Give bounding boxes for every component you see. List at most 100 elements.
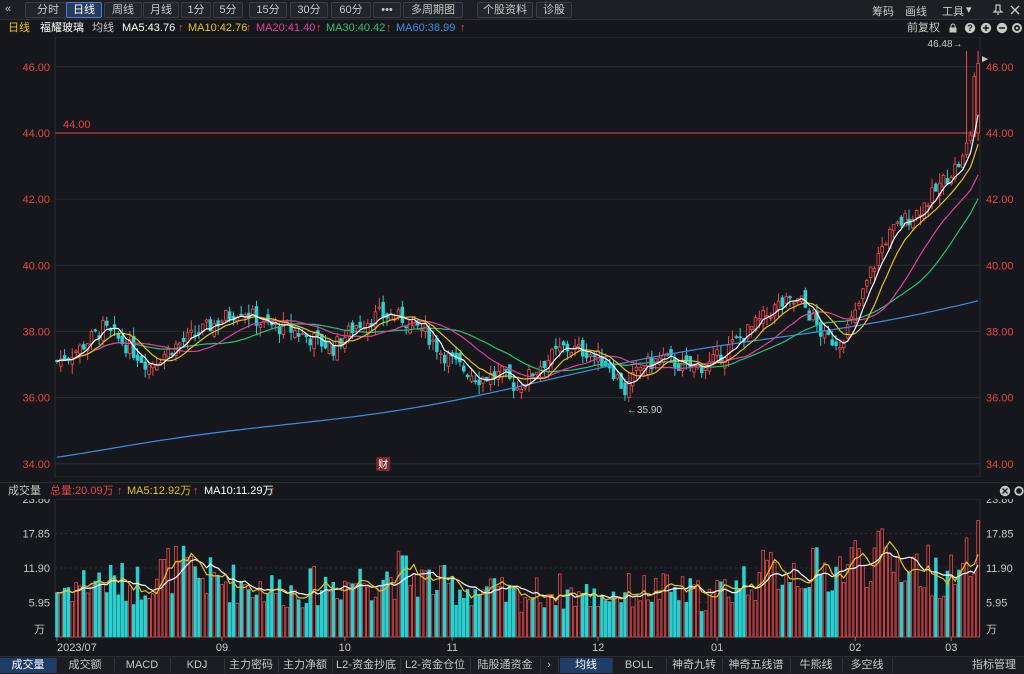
tab-right-4[interactable]: 牛熊线 — [790, 658, 843, 673]
volume-bar[interactable] — [350, 583, 355, 638]
candle-body[interactable] — [957, 163, 961, 168]
volume-bar[interactable] — [481, 589, 485, 638]
volume-bar[interactable] — [795, 586, 800, 638]
candle-body[interactable] — [857, 302, 861, 306]
volume-bar[interactable] — [926, 544, 930, 638]
volume-bar[interactable] — [930, 595, 934, 638]
candle-body[interactable] — [519, 389, 524, 393]
volume-bar[interactable] — [105, 592, 109, 638]
candle-body[interactable] — [442, 354, 447, 364]
volume-bar[interactable] — [711, 591, 715, 638]
candle-body[interactable] — [258, 324, 263, 328]
volume-bar[interactable] — [807, 587, 811, 638]
candle-body[interactable] — [82, 344, 86, 350]
volume-bar[interactable] — [66, 587, 71, 638]
candle-body[interactable] — [239, 313, 243, 316]
volume-bar[interactable] — [300, 607, 305, 638]
collapse-icon[interactable]: « — [5, 3, 11, 15]
volume-bar[interactable] — [857, 548, 861, 638]
chips-button[interactable]: 筹码 — [872, 3, 894, 19]
tab-right-2[interactable]: 神奇九转 — [666, 658, 723, 673]
candle-body[interactable] — [554, 345, 558, 349]
volume-bar[interactable] — [976, 520, 980, 638]
volume-bar[interactable] — [408, 585, 412, 638]
volume-bar[interactable] — [415, 596, 420, 638]
volume-bar[interactable] — [419, 569, 424, 638]
volume-bar[interactable] — [515, 588, 520, 638]
tab-left-6[interactable]: L2-资金抄底 — [332, 658, 401, 673]
volume-bar[interactable] — [749, 589, 754, 638]
volume-bar[interactable] — [742, 566, 746, 638]
candle-body[interactable] — [780, 297, 785, 307]
lock-icon[interactable] — [948, 23, 958, 33]
volume-bar[interactable] — [534, 577, 539, 638]
candle-body[interactable] — [922, 202, 927, 220]
candle-body[interactable] — [868, 266, 873, 279]
volume-bar[interactable] — [377, 585, 382, 638]
tab-left-4[interactable]: 主力密码 — [224, 658, 279, 673]
period-button-9[interactable]: ••• — [373, 2, 401, 18]
candle-body[interactable] — [784, 296, 788, 304]
volume-bar[interactable] — [757, 572, 762, 638]
volume-bar[interactable] — [573, 605, 577, 638]
candle-body[interactable] — [89, 331, 94, 345]
candle-body[interactable] — [592, 355, 597, 358]
candle-body[interactable] — [78, 344, 82, 355]
volume-bar[interactable] — [607, 601, 612, 638]
volume-bar[interactable] — [715, 580, 719, 638]
volume-bar[interactable] — [504, 601, 508, 638]
volume-bar[interactable] — [692, 584, 696, 638]
volume-bar[interactable] — [581, 593, 585, 638]
candle-body[interactable] — [492, 371, 497, 379]
volume-bar[interactable] — [907, 571, 911, 638]
candle-body[interactable] — [811, 313, 815, 321]
tab-left-7[interactable]: L2-资金仓位 — [400, 658, 471, 673]
volume-bar[interactable] — [696, 580, 700, 638]
candle-body[interactable] — [703, 367, 708, 371]
volume-bar[interactable] — [845, 564, 850, 638]
volume-bar[interactable] — [212, 571, 217, 638]
candle-body[interactable] — [277, 326, 282, 335]
volume-bar[interactable] — [131, 604, 136, 638]
candle-body[interactable] — [880, 245, 884, 254]
candle-body[interactable] — [960, 155, 965, 168]
tab-left-5[interactable]: 主力净额 — [278, 658, 333, 673]
candle-body[interactable] — [834, 341, 838, 346]
volume-bar[interactable] — [527, 599, 531, 638]
volume-bar[interactable] — [201, 577, 205, 638]
volume-bar[interactable] — [934, 557, 938, 638]
volume-bar[interactable] — [247, 589, 251, 638]
candle-body[interactable] — [327, 342, 332, 355]
volume-bar[interactable] — [170, 593, 174, 638]
candle-body[interactable] — [400, 306, 405, 323]
candle-body[interactable] — [711, 354, 715, 362]
volume-bar[interactable] — [776, 588, 781, 638]
candle-body[interactable] — [769, 317, 773, 319]
volume-bar[interactable] — [838, 556, 842, 638]
volume-bar[interactable] — [120, 562, 124, 638]
volume-bar[interactable] — [462, 597, 466, 638]
volume-bar[interactable] — [254, 594, 259, 638]
volume-bar[interactable] — [185, 556, 190, 638]
volume-bar[interactable] — [312, 566, 316, 638]
candle-body[interactable] — [462, 365, 466, 372]
volume-bar[interactable] — [78, 585, 82, 638]
candle-body[interactable] — [765, 315, 769, 317]
zoom-in-icon[interactable] — [980, 22, 992, 34]
volume-bar[interactable] — [918, 586, 923, 638]
candle-body[interactable] — [116, 333, 121, 339]
volume-bar[interactable] — [592, 588, 597, 638]
volume-bar[interactable] — [642, 575, 646, 638]
volume-bar[interactable] — [442, 564, 447, 638]
volume-bar[interactable] — [753, 600, 758, 638]
volume-bar[interactable] — [93, 580, 98, 638]
volume-bar[interactable] — [262, 601, 266, 638]
candle-body[interactable] — [511, 382, 516, 391]
volume-bar[interactable] — [669, 591, 673, 638]
volume-bar[interactable] — [477, 593, 481, 638]
volume-bar[interactable] — [296, 599, 301, 638]
volume-bar[interactable] — [500, 577, 504, 638]
volume-bar[interactable] — [746, 594, 750, 638]
volume-bar[interactable] — [623, 592, 627, 638]
volume-bar[interactable] — [880, 528, 884, 638]
